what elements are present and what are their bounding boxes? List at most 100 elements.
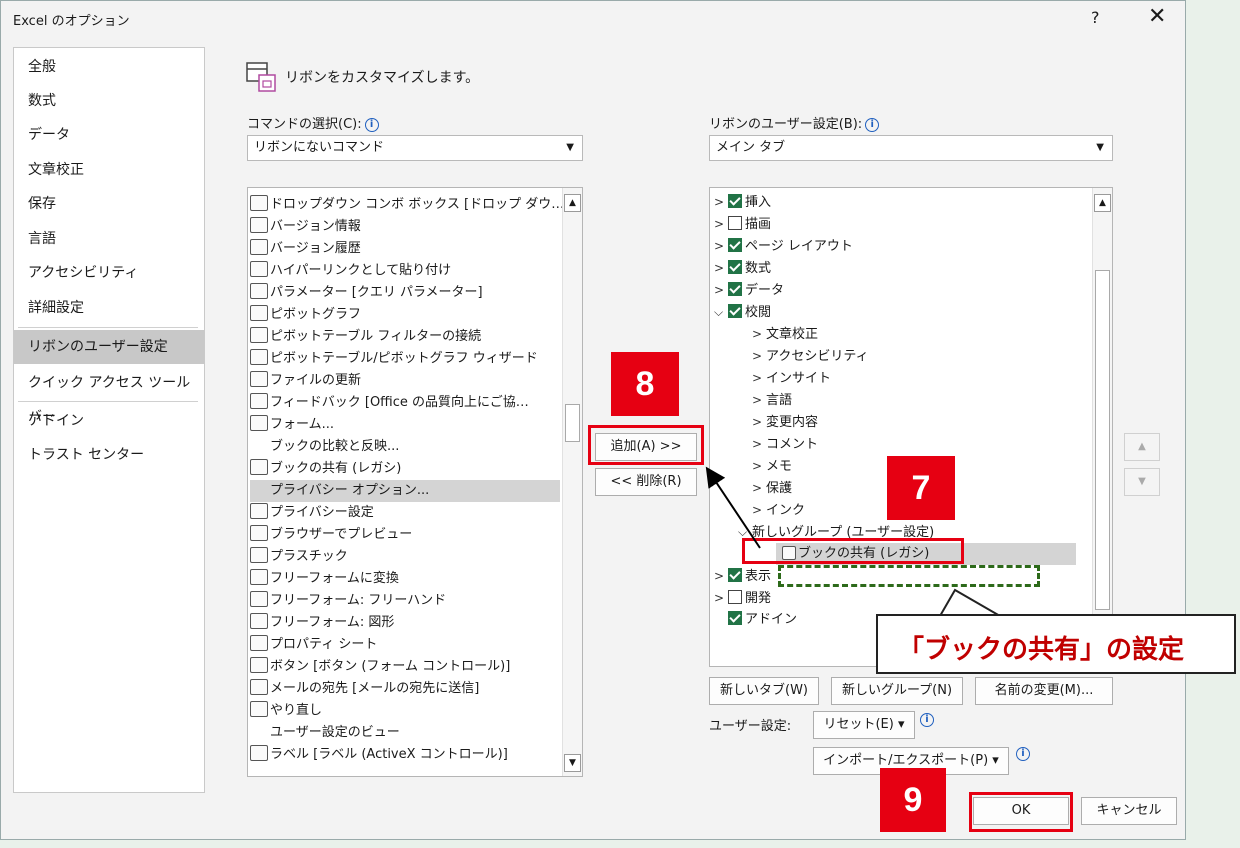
- ribbon-tree-item[interactable]: > 表示: [714, 565, 771, 587]
- chevron-right-icon[interactable]: >: [752, 389, 766, 411]
- chevron-right-icon[interactable]: >: [752, 455, 766, 477]
- rename-button[interactable]: 名前の変更(M)...: [975, 677, 1113, 705]
- command-list-item[interactable]: プライバシー オプション...: [250, 480, 560, 502]
- command-list-item[interactable]: フリーフォーム: フリーハンド: [250, 590, 560, 612]
- tab-checkbox[interactable]: [728, 304, 742, 318]
- move-up-button[interactable]: ▲: [1124, 433, 1160, 461]
- ribbon-tree-item[interactable]: アドイン: [714, 609, 797, 631]
- chevron-right-icon[interactable]: >: [714, 213, 728, 235]
- ribbon-tree-item[interactable]: > インク: [752, 499, 805, 521]
- command-list-item[interactable]: フリーフォーム: 図形: [250, 612, 560, 634]
- command-list-item[interactable]: ブックの共有 (レガシ): [250, 458, 560, 480]
- ribbon-tree-item[interactable]: > 挿入: [714, 191, 771, 213]
- ribbon-tree-item[interactable]: > アクセシビリティ: [752, 345, 869, 367]
- chevron-right-icon[interactable]: >: [714, 587, 728, 609]
- scroll-thumb[interactable]: [565, 404, 580, 442]
- nav-item-advanced[interactable]: 詳細設定: [14, 291, 204, 325]
- command-list-item[interactable]: ブラウザーでプレビュー: [250, 524, 560, 546]
- customize-ribbon-combo[interactable]: メイン タブ ▼: [709, 135, 1113, 161]
- command-list-item[interactable]: ピボットテーブル フィルターの接続: [250, 326, 560, 348]
- chevron-right-icon[interactable]: >: [714, 279, 728, 301]
- scroll-thumb[interactable]: [1095, 270, 1110, 610]
- new-tab-button[interactable]: 新しいタブ(W): [709, 677, 819, 705]
- ribbon-tree-item[interactable]: ⌵ 校閲: [714, 301, 771, 323]
- cancel-button[interactable]: キャンセル: [1081, 797, 1177, 825]
- command-list-item[interactable]: ブックの比較と反映...: [250, 436, 560, 458]
- command-list-item[interactable]: ピボットテーブル/ピボットグラフ ウィザード: [250, 348, 560, 370]
- tab-checkbox[interactable]: [728, 590, 742, 604]
- ribbon-tree-item[interactable]: > 描画: [714, 213, 771, 235]
- command-list-item[interactable]: フィードバック [Office の品質向上にご協…: [250, 392, 560, 414]
- scroll-up-icon[interactable]: ▲: [564, 194, 581, 212]
- commands-list-scrollbar[interactable]: ▲ ▼: [562, 188, 582, 776]
- tab-checkbox[interactable]: [728, 568, 742, 582]
- chevron-right-icon[interactable]: >: [752, 499, 766, 521]
- ribbon-tree-item[interactable]: > インサイト: [752, 367, 831, 389]
- nav-item-formulas[interactable]: 数式: [14, 84, 204, 118]
- close-button[interactable]: ✕: [1148, 4, 1166, 29]
- nav-item-proofing[interactable]: 文章校正: [14, 153, 204, 187]
- chevron-right-icon[interactable]: >: [714, 565, 728, 587]
- choose-commands-combo[interactable]: リボンにないコマンド ▼: [247, 135, 583, 161]
- chevron-right-icon[interactable]: >: [752, 323, 766, 345]
- command-list-item[interactable]: ボタン [ボタン (フォーム コントロール)]: [250, 656, 560, 678]
- scroll-down-icon[interactable]: ▼: [564, 754, 581, 772]
- ribbon-tree-item[interactable]: > 言語: [752, 389, 792, 411]
- reset-button[interactable]: リセット(E) ▾: [813, 711, 915, 739]
- chevron-right-icon[interactable]: >: [752, 433, 766, 455]
- scroll-up-icon[interactable]: ▲: [1094, 194, 1111, 212]
- remove-button[interactable]: << 削除(R): [595, 468, 697, 496]
- chevron-right-icon[interactable]: >: [752, 367, 766, 389]
- tab-checkbox[interactable]: [728, 194, 742, 208]
- tab-checkbox[interactable]: [728, 216, 742, 230]
- ribbon-tree-item[interactable]: > 数式: [714, 257, 771, 279]
- nav-item-accessibility[interactable]: アクセシビリティ: [14, 256, 204, 290]
- tab-checkbox[interactable]: [728, 611, 742, 625]
- ribbon-tree-item[interactable]: > 開発: [714, 587, 771, 609]
- help-button[interactable]: ?: [1091, 8, 1100, 27]
- move-down-button[interactable]: ▼: [1124, 468, 1160, 496]
- tab-checkbox[interactable]: [728, 282, 742, 296]
- new-group-button[interactable]: 新しいグループ(N): [831, 677, 963, 705]
- nav-item-general[interactable]: 全般: [14, 50, 204, 84]
- commands-list[interactable]: ドロップダウン コンボ ボックス [ドロップ ダウ… バージョン情報 バージョン履歴…: [247, 187, 583, 777]
- command-list-item[interactable]: プライバシー設定: [250, 502, 560, 524]
- command-list-item[interactable]: バージョン情報: [250, 216, 560, 238]
- chevron-down-icon[interactable]: ⌵: [714, 301, 728, 323]
- command-list-item[interactable]: ドロップダウン コンボ ボックス [ドロップ ダウ…: [250, 194, 564, 216]
- nav-item-customize-ribbon[interactable]: リボンのユーザー設定: [14, 330, 204, 364]
- command-list-item[interactable]: メールの宛先 [メールの宛先に送信]: [250, 678, 560, 700]
- chevron-right-icon[interactable]: >: [714, 235, 728, 257]
- chevron-right-icon[interactable]: >: [752, 477, 766, 499]
- ribbon-tree-item[interactable]: > データ: [714, 279, 784, 301]
- command-list-item[interactable]: パラメーター [クエリ パラメーター]: [250, 282, 560, 304]
- command-list-item[interactable]: プロパティ シート: [250, 634, 560, 656]
- info-icon[interactable]: i: [920, 713, 934, 727]
- command-list-item[interactable]: バージョン履歴: [250, 238, 560, 260]
- command-list-item[interactable]: ピボットグラフ: [250, 304, 560, 326]
- ribbon-tree-item[interactable]: > 変更内容: [752, 411, 818, 433]
- tab-checkbox[interactable]: [728, 260, 742, 274]
- nav-item-data[interactable]: データ: [14, 118, 204, 152]
- ribbon-tree-item[interactable]: > 保護: [752, 477, 792, 499]
- nav-item-save[interactable]: 保存: [14, 187, 204, 221]
- nav-item-trust-center[interactable]: トラスト センター: [14, 438, 204, 472]
- ribbon-tree[interactable]: > 挿入 > 描画 > ページ レイアウト > 数式 > データ ⌵ 校閲 > 文章校正 > アクセシビリティ…: [709, 187, 1113, 667]
- ribbon-tree-item[interactable]: > メモ: [752, 455, 792, 477]
- info-icon[interactable]: i: [865, 118, 880, 132]
- info-icon[interactable]: i: [1016, 747, 1030, 761]
- ribbon-tree-item[interactable]: > 文章校正: [752, 323, 818, 345]
- command-list-item[interactable]: フリーフォームに変換: [250, 568, 560, 590]
- ribbon-tree-item[interactable]: > コメント: [752, 433, 818, 455]
- command-list-item[interactable]: やり直し: [250, 700, 560, 722]
- chevron-right-icon[interactable]: >: [752, 345, 766, 367]
- nav-item-quick-access-toolbar[interactable]: クイック アクセス ツール バー: [14, 366, 204, 425]
- info-icon[interactable]: i: [364, 118, 379, 132]
- ribbon-tree-scrollbar[interactable]: ▲: [1092, 188, 1112, 666]
- command-list-item[interactable]: プラスチック: [250, 546, 560, 568]
- nav-item-addins[interactable]: アドイン: [14, 404, 204, 438]
- chevron-right-icon[interactable]: >: [752, 411, 766, 433]
- command-list-item[interactable]: ハイパーリンクとして貼り付け: [250, 260, 560, 282]
- chevron-right-icon[interactable]: >: [714, 257, 728, 279]
- chevron-right-icon[interactable]: >: [714, 191, 728, 213]
